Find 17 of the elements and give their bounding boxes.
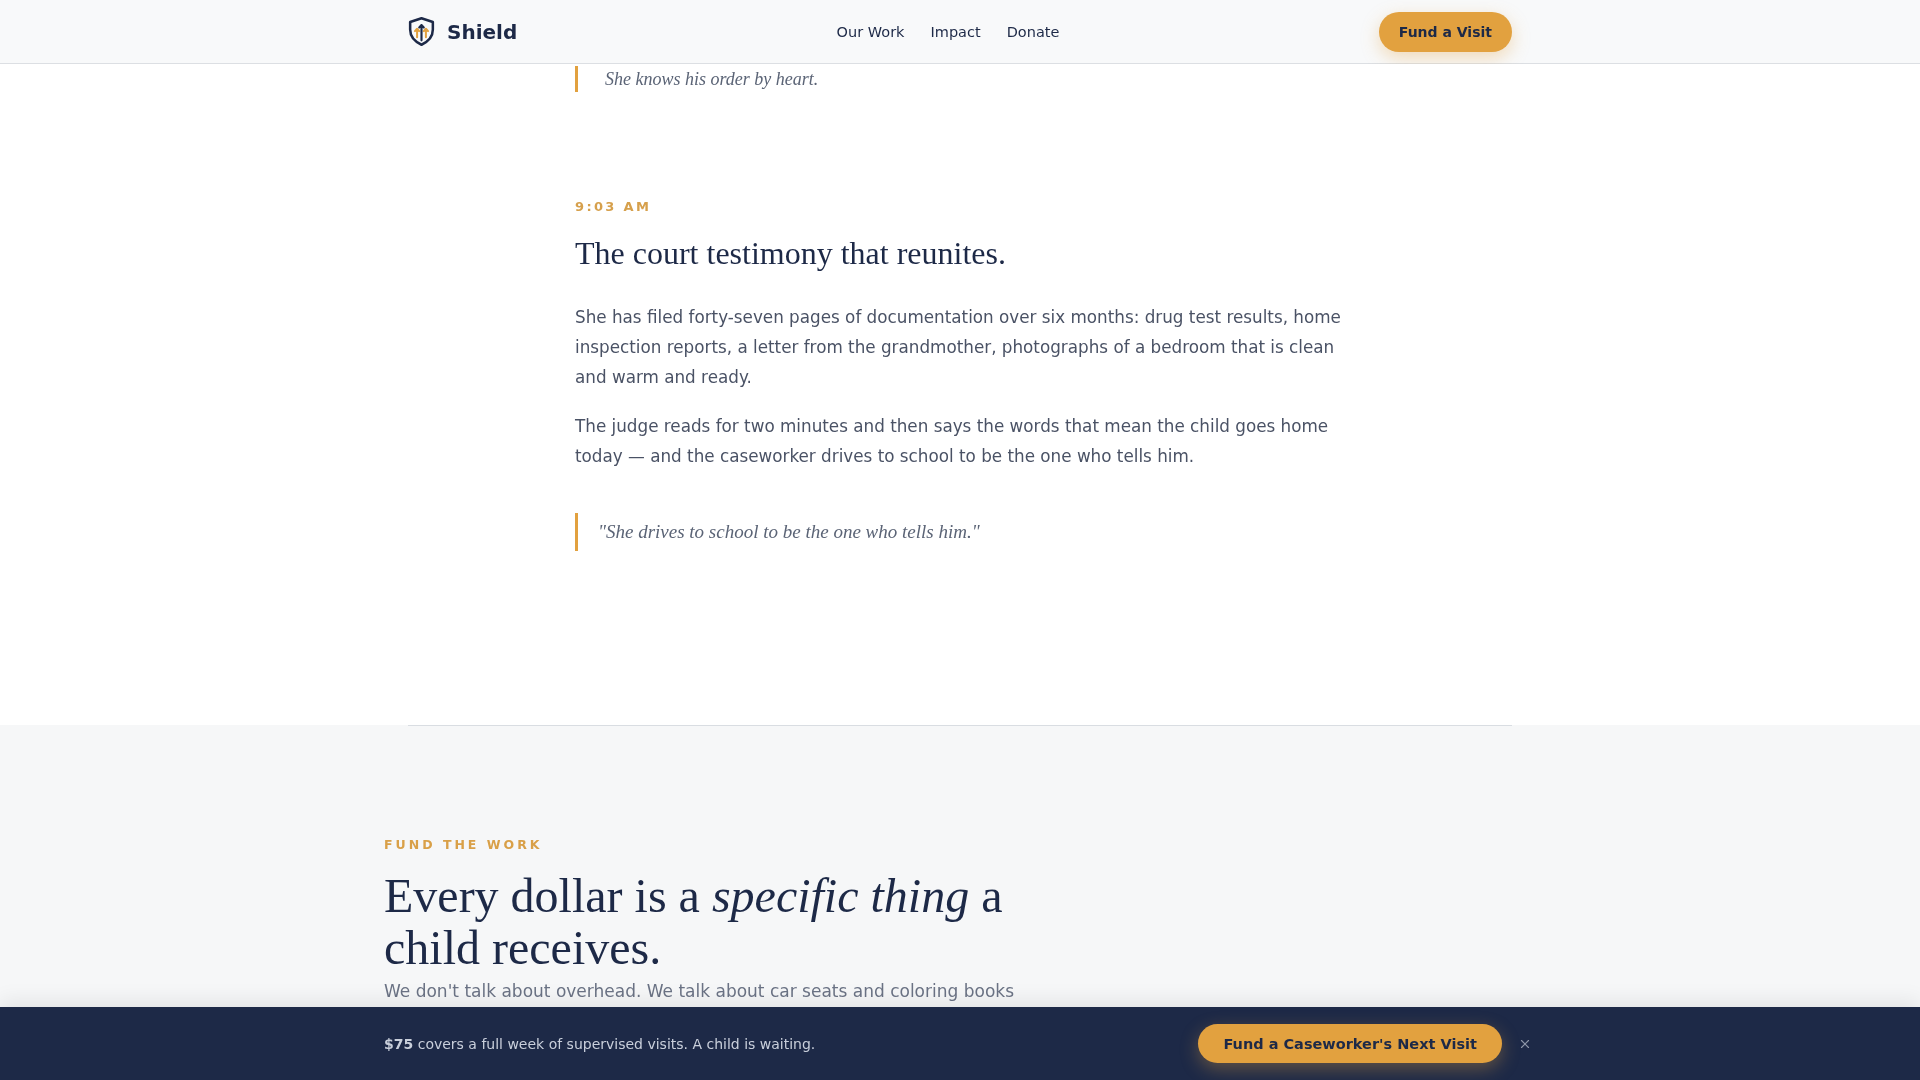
nav-link[interactable]: Our Work (836, 23, 905, 40)
fund-caseworker-button[interactable]: Fund a Caseworker's Next Visit (1198, 1024, 1502, 1063)
eyebrow-label: FUND THE WORK (384, 836, 544, 854)
story-paragraph: The judge reads for two minutes and then says the words that mean the child goes home today — and the caseworker drives to school to be the one who tells him. (575, 415, 1330, 468)
nav-link[interactable]: Donate (1006, 23, 1060, 40)
fund-visit-button[interactable]: Fund a Visit (1378, 11, 1512, 52)
story-title: The court testimony that reunites. (575, 234, 1007, 273)
pull-quote: "She drives to school to be the one who tells him." (575, 513, 1345, 551)
banner-message: $75 covers a full week of supervised visits. A child is waiting. (384, 1035, 816, 1052)
story-paragraph: She has filed forty-seven pages of documentation over six months: drug test results, home inspection reports, a letter from the grandmother, photographs of a bedroom that is clean and warm and ready. (575, 306, 1342, 389)
shield-logo-icon (408, 17, 435, 46)
nav-link[interactable]: Impact (930, 23, 981, 40)
time-label: 9:03 AM (575, 199, 653, 215)
fund-heading: Every dollar is a specific thing a child receives. (384, 870, 1004, 974)
fund-intro: We don't talk about overhead. We talk about car seats and coloring books (384, 980, 1015, 1002)
brand-name[interactable]: Shield (447, 19, 518, 44)
pull-quote: She knows his order by heart. (575, 66, 1345, 92)
